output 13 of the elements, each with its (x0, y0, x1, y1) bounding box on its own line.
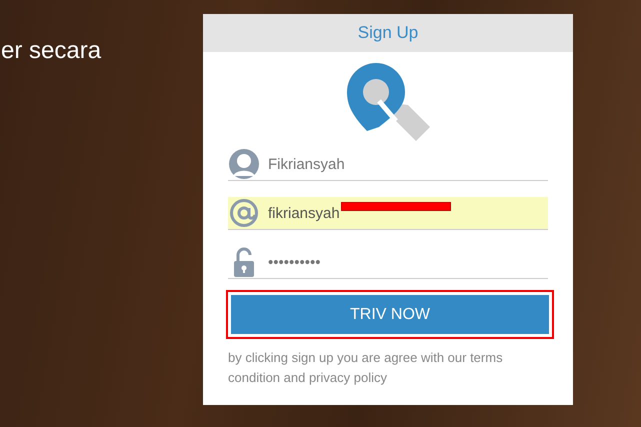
unlocked-padlock-icon (233, 247, 255, 277)
card-header: Sign Up (203, 14, 573, 52)
at-sign-icon (229, 198, 259, 228)
input-text[interactable]: •••••••••• (268, 246, 548, 278)
input-field[interactable]: Fikriansyah (228, 148, 548, 181)
terms-note: by clicking sign up you are agree with our terms condition and privacy policy (228, 349, 504, 387)
triv-now-button[interactable]: TRIV NOW (231, 295, 549, 334)
input-field[interactable]: •••••••••• (228, 246, 548, 279)
input-text[interactable]: fikriansyah (268, 197, 548, 229)
person-icon (228, 148, 260, 180)
input-field[interactable]: fikriansyah (228, 197, 548, 230)
headline-text: er secara (1, 36, 102, 66)
input-text[interactable]: Fikriansyah (268, 148, 548, 180)
